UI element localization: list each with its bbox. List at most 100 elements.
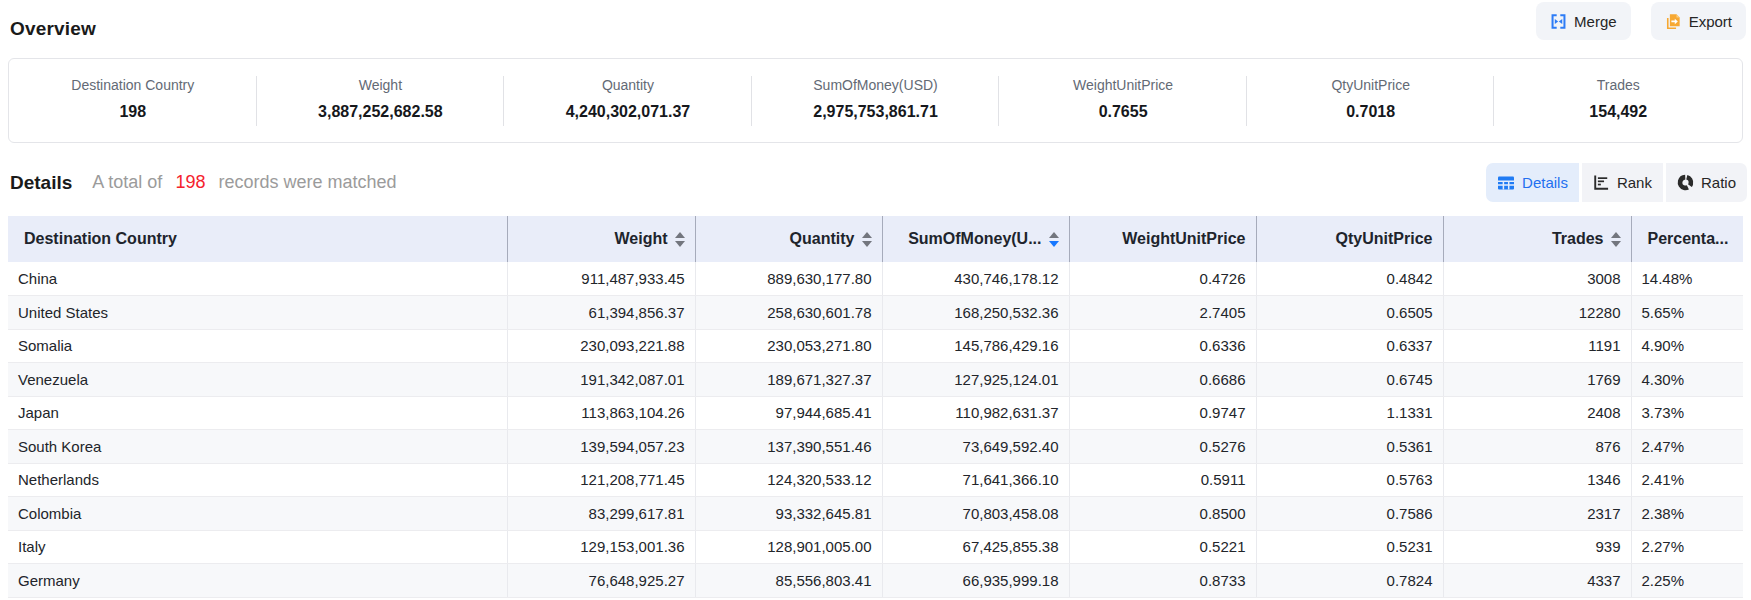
stat-value: 198 <box>9 102 257 122</box>
caret-down-icon <box>1049 241 1059 247</box>
stat-value: 154,492 <box>1494 102 1742 122</box>
column-label: Weight <box>614 230 667 248</box>
cell-quantity: 230,053,271.80 <box>695 329 882 363</box>
table-header-row: Destination Country Weight QuantitySumOfMo… <box>8 216 1743 262</box>
cell-weightunitprice: 0.8733 <box>1069 564 1256 598</box>
cell-qtyunitprice: 0.6745 <box>1256 363 1443 397</box>
cell-sumofmoney-u: 67,425,855.38 <box>882 530 1069 564</box>
cell-quantity: 889,630,177.80 <box>695 262 882 296</box>
cell-weight: 61,394,856.37 <box>507 296 695 330</box>
column-label: WeightUnitPrice <box>1122 230 1245 248</box>
table-row-venezuela: Venezuela191,342,087.01189,671,327.37127… <box>8 363 1743 397</box>
table-row-somalia: Somalia230,093,221.88230,053,271.80145,7… <box>8 329 1743 363</box>
table-row-south-korea: South Korea139,594,057.23137,390,551.467… <box>8 430 1743 464</box>
cell-trades: 2408 <box>1443 396 1631 430</box>
view-tab-label: Details <box>1522 174 1568 191</box>
column-label: Percenta... <box>1648 230 1729 248</box>
records-matched-summary: A total of198records were matched <box>92 172 396 193</box>
cell-destination-country: Somalia <box>8 329 507 363</box>
merge-button[interactable]: Merge <box>1536 2 1631 40</box>
summary-prefix: A total of <box>92 172 162 192</box>
sort-carets-icon <box>862 232 872 247</box>
cell-sumofmoney-u: 110,982,631.37 <box>882 396 1069 430</box>
column-header-weight[interactable]: Weight <box>507 216 695 262</box>
cell-sumofmoney-u: 70,803,458.08 <box>882 497 1069 531</box>
cell-weight: 113,863,104.26 <box>507 396 695 430</box>
cell-sumofmoney-u: 127,925,124.01 <box>882 363 1069 397</box>
stat-value: 0.7018 <box>1247 102 1495 122</box>
column-header-quantity[interactable]: Quantity <box>695 216 882 262</box>
stat-label: WeightUnitPrice <box>999 76 1247 94</box>
table-row-united-states: United States61,394,856.37258,630,601.78… <box>8 296 1743 330</box>
cell-trades: 4337 <box>1443 564 1631 598</box>
column-header-weightunitprice: WeightUnitPrice <box>1069 216 1256 262</box>
stat-value: 3,887,252,682.58 <box>257 102 505 122</box>
cell-qtyunitprice: 0.6505 <box>1256 296 1443 330</box>
view-tab-label: Rank <box>1617 174 1652 191</box>
caret-up-icon <box>862 232 872 238</box>
details-table: Destination Country Weight QuantitySumOfMo… <box>8 216 1743 598</box>
stat-label: Quantity <box>504 76 752 94</box>
matched-count: 198 <box>175 172 205 192</box>
export-button[interactable]: Export <box>1651 2 1746 40</box>
cell-weightunitprice: 2.7405 <box>1069 296 1256 330</box>
cell-sumofmoney-u: 168,250,532.36 <box>882 296 1069 330</box>
cell-quantity: 189,671,327.37 <box>695 363 882 397</box>
view-tab-label: Ratio <box>1701 174 1736 191</box>
caret-up-icon <box>675 232 685 238</box>
cell-weightunitprice: 0.9747 <box>1069 396 1256 430</box>
cell-destination-country: Italy <box>8 530 507 564</box>
cell-qtyunitprice: 0.5361 <box>1256 430 1443 464</box>
table-row-germany: Germany76,648,925.2785,556,803.4166,935,… <box>8 564 1743 598</box>
cell-percenta: 4.30% <box>1631 363 1743 397</box>
cell-destination-country: Japan <box>8 396 507 430</box>
stat-label: Weight <box>257 76 505 94</box>
cell-weightunitprice: 0.5276 <box>1069 430 1256 464</box>
merge-button-label: Merge <box>1574 13 1617 30</box>
view-tab-rank[interactable]: Rank <box>1582 163 1663 202</box>
cell-weight: 76,648,925.27 <box>507 564 695 598</box>
cell-weight: 83,299,617.81 <box>507 497 695 531</box>
column-header-qtyunitprice: QtyUnitPrice <box>1256 216 1443 262</box>
cell-weightunitprice: 0.5221 <box>1069 530 1256 564</box>
stat-qtyunitprice: QtyUnitPrice 0.7018 <box>1247 76 1495 125</box>
table-icon <box>1497 174 1515 192</box>
cell-percenta: 2.47% <box>1631 430 1743 464</box>
sort-carets-icon <box>675 232 685 247</box>
table-row-japan: Japan113,863,104.2697,944,685.41110,982,… <box>8 396 1743 430</box>
column-header-trades[interactable]: Trades <box>1443 216 1631 262</box>
cell-destination-country: Colombia <box>8 497 507 531</box>
table-row-italy: Italy129,153,001.36128,901,005.0067,425,… <box>8 530 1743 564</box>
cell-destination-country: Venezuela <box>8 363 507 397</box>
cell-percenta: 3.73% <box>1631 396 1743 430</box>
details-title: Details <box>10 172 72 194</box>
cell-weight: 191,342,087.01 <box>507 363 695 397</box>
stat-label: QtyUnitPrice <box>1247 76 1495 94</box>
cell-sumofmoney-u: 73,649,592.40 <box>882 430 1069 464</box>
cell-sumofmoney-u: 66,935,999.18 <box>882 564 1069 598</box>
cell-weightunitprice: 0.5911 <box>1069 463 1256 497</box>
column-header-sumofmoney-u[interactable]: SumOfMoney(U... <box>882 216 1069 262</box>
view-switch: Details Rank Ratio <box>1486 163 1747 202</box>
cell-weightunitprice: 0.6686 <box>1069 363 1256 397</box>
cell-destination-country: Germany <box>8 564 507 598</box>
cell-sumofmoney-u: 71,641,366.10 <box>882 463 1069 497</box>
cell-weightunitprice: 0.8500 <box>1069 497 1256 531</box>
cell-quantity: 258,630,601.78 <box>695 296 882 330</box>
caret-down-icon <box>862 241 872 247</box>
cell-qtyunitprice: 0.6337 <box>1256 329 1443 363</box>
table-row-colombia: Colombia83,299,617.8193,332,645.8170,803… <box>8 497 1743 531</box>
cell-quantity: 93,332,645.81 <box>695 497 882 531</box>
view-tab-ratio[interactable]: Ratio <box>1666 163 1747 202</box>
stat-label: Destination Country <box>9 76 257 94</box>
cell-trades: 876 <box>1443 430 1631 464</box>
cell-destination-country: Netherlands <box>8 463 507 497</box>
column-label: Destination Country <box>24 230 177 248</box>
overview-stats-card: Destination Country 198Weight 3,887,252,68… <box>8 58 1743 143</box>
cell-destination-country: South Korea <box>8 430 507 464</box>
cell-percenta: 2.41% <box>1631 463 1743 497</box>
view-tab-details[interactable]: Details <box>1486 163 1579 202</box>
stat-value: 4,240,302,071.37 <box>504 102 752 122</box>
stat-destination-country: Destination Country 198 <box>9 76 257 125</box>
cell-trades: 1769 <box>1443 363 1631 397</box>
